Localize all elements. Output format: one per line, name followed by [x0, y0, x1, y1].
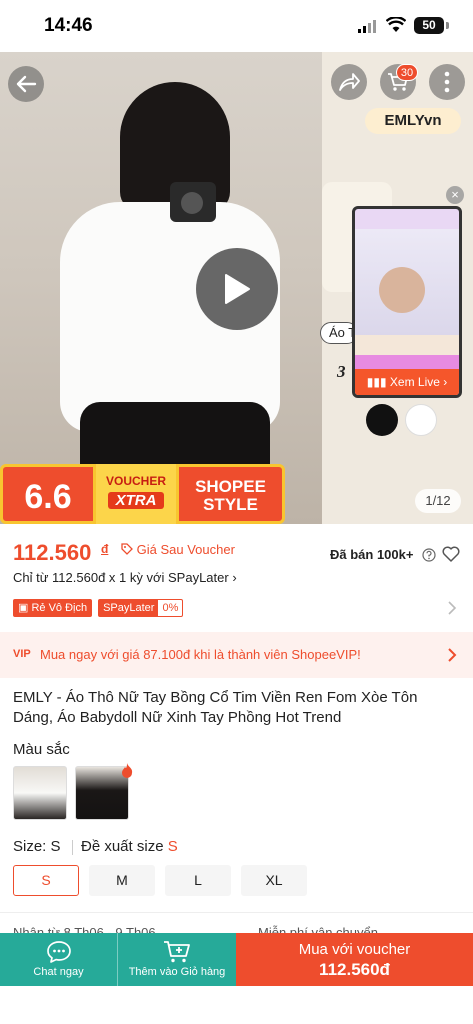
chevron-right-icon[interactable]	[447, 600, 457, 616]
promo-voucher-xtra: VOUCHER XTRA	[96, 464, 176, 524]
share-button[interactable]	[331, 64, 367, 100]
size-option-m[interactable]: M	[89, 865, 155, 896]
vip-tag: VIP	[13, 648, 31, 660]
promo-sale: 6.6	[0, 464, 96, 524]
promo-badges[interactable]: ▣ Rẻ Vô Địch SPayLater 0%	[13, 599, 184, 617]
promo-style-top: SHOPEE	[195, 477, 266, 496]
add-to-cart-label: Thêm vào Giỏ hàng	[128, 966, 226, 978]
live-banner	[355, 355, 459, 369]
tag-icon	[121, 543, 133, 555]
divider	[72, 840, 73, 855]
add-to-cart-button[interactable]: Thêm vào Giỏ hàng	[117, 933, 236, 986]
chevron-right-icon: ›	[232, 570, 237, 585]
chat-icon	[46, 941, 71, 963]
size-suggestion-label: Đề xuất size	[81, 838, 164, 855]
watch-live-button[interactable]: ▮▮▮ Xem Live ›	[355, 369, 459, 395]
side-brand-label: EMLYvn	[365, 108, 461, 134]
buy-price: 112.560đ	[319, 960, 390, 979]
help-icon[interactable]	[422, 548, 436, 562]
color-option-white[interactable]	[13, 766, 67, 820]
price-row: 112.560 đ Giá Sau Voucher Đã bán 100k+	[13, 540, 463, 570]
size-option-l[interactable]: L	[165, 865, 231, 896]
battery-icon: 50	[414, 17, 444, 34]
shipping-info[interactable]: Nhận từ 8 Th06 - 9 Th06 Miễn phí vận chu…	[0, 912, 473, 934]
buy-label: Mua với voucher	[298, 941, 411, 958]
bottom-safe-area	[0, 986, 473, 1024]
camera-shape	[170, 182, 216, 222]
promo-xtra-label: XTRA	[108, 492, 164, 509]
promo-shopee-style: SHOPEE STYLE	[176, 464, 285, 524]
signal-icon	[358, 20, 376, 33]
installment-text: Chỉ từ 112.560đ x 1 kỳ với SPayLater	[13, 570, 229, 585]
more-button[interactable]	[429, 64, 465, 100]
fire-icon	[122, 763, 133, 778]
color-label: Màu sắc	[13, 741, 70, 758]
buy-with-voucher-button[interactable]: Mua với voucher 112.560đ	[236, 933, 473, 986]
size-suggestion: Đề xuất size S	[81, 838, 178, 855]
chevron-right-icon: ›	[439, 375, 448, 389]
voucher-price-text: Giá Sau Voucher	[136, 542, 235, 557]
shop-icon: ▣	[18, 602, 32, 614]
size-label: Size: S	[13, 838, 61, 855]
heart-icon[interactable]	[442, 546, 460, 562]
cart-count-badge: 30	[396, 64, 418, 81]
promo-banner: 6.6 VOUCHER XTRA SHOPEE STYLE	[0, 464, 285, 524]
cheapest-badge: ▣ Rẻ Vô Địch	[13, 599, 93, 617]
sold-count: Đã bán 100k+	[330, 547, 414, 562]
spaylater-badge: SPayLater 0%	[98, 599, 184, 617]
installment-info[interactable]: Chỉ từ 112.560đ x 1 kỳ với SPayLater ›	[13, 570, 237, 585]
wifi-icon	[386, 17, 406, 32]
price-currency: đ	[101, 542, 109, 556]
image-counter: 1/12	[415, 489, 461, 513]
play-icon	[225, 274, 250, 304]
chevron-right-icon	[448, 648, 457, 662]
color-dot-black	[366, 404, 398, 436]
vip-offer-banner[interactable]: VIP Mua ngay với giá 87.100đ khi là thàn…	[0, 632, 473, 678]
status-bar: 14:46 50	[0, 0, 473, 52]
more-vertical-icon	[444, 71, 450, 93]
chat-button[interactable]: Chat ngay	[0, 933, 117, 986]
live-screen	[355, 229, 459, 375]
arrow-left-icon	[16, 75, 37, 93]
size-option-xl[interactable]: XL	[241, 865, 307, 896]
promo-style-bottom: STYLE	[203, 495, 258, 514]
size-suggestion-value: S	[167, 838, 178, 855]
price-value: 112.560	[13, 540, 92, 565]
add-cart-icon	[164, 941, 190, 963]
spaylater-label: SPayLater	[99, 600, 159, 616]
bottom-action-bar: Chat ngay Thêm vào Giỏ hàng Mua với vouc…	[0, 933, 473, 986]
status-time: 14:46	[44, 15, 93, 36]
chat-label: Chat ngay	[33, 966, 84, 978]
size-option-s[interactable]: S	[13, 865, 79, 896]
play-video-button[interactable]	[196, 248, 278, 330]
share-icon	[339, 73, 360, 91]
size-options: S M L XL	[13, 865, 307, 896]
close-live-button[interactable]: ×	[446, 186, 464, 204]
live-stream-popup[interactable]: ▮▮▮ Xem Live ›	[352, 206, 462, 398]
watch-live-label: Xem Live	[389, 375, 440, 389]
product-media[interactable]: EMLYvn Áo T 3 30 ▮▮▮ Xem Live › × 1/12 6…	[0, 52, 473, 524]
side-number: 3	[337, 362, 346, 381]
product-title: EMLY - Áo Thô Nữ Tay Bồng Cổ Tim Viền Re…	[13, 689, 418, 726]
voucher-price-label: Giá Sau Voucher	[121, 542, 235, 557]
spaylater-percent: 0%	[162, 602, 179, 614]
back-button[interactable]	[8, 66, 44, 102]
battery-cap	[446, 22, 449, 29]
promo-voucher-label: VOUCHER	[105, 474, 166, 488]
vip-offer-text: Mua ngay với giá 87.100đ khi là thành vi…	[40, 647, 361, 662]
live-bars-icon: ▮▮▮	[366, 375, 390, 389]
color-dot-white	[405, 404, 437, 436]
cheapest-badge-label: Rẻ Vô Địch	[31, 602, 88, 614]
live-host	[379, 267, 425, 313]
